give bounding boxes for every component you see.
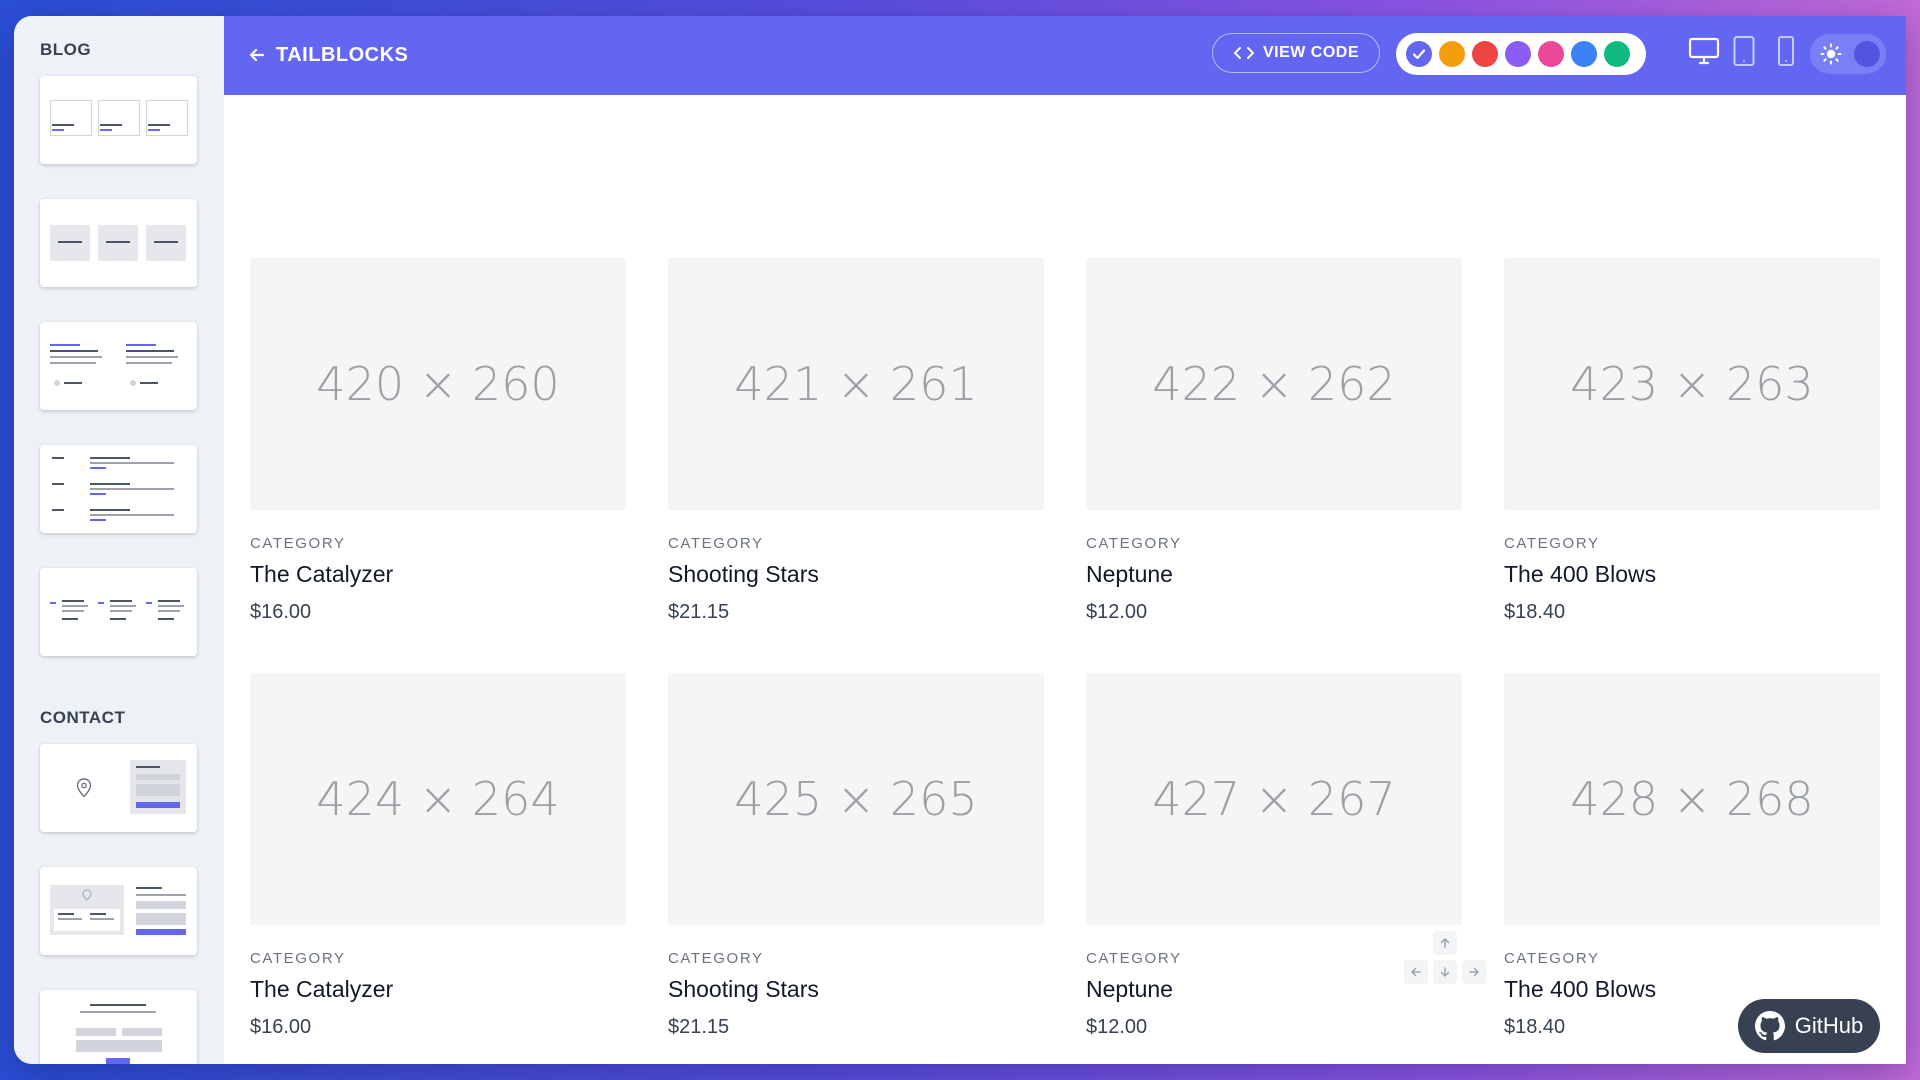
product-image: 427 × 267 [1086, 673, 1462, 925]
tablet-icon[interactable] [1732, 35, 1756, 67]
product-card[interactable]: 424 × 264 CATEGORY The Catalyzer $16.00 [250, 673, 626, 1039]
keyboard-nav-arrows [1402, 931, 1488, 987]
code-icon [1233, 47, 1254, 59]
desktop-icon[interactable] [1688, 36, 1720, 66]
color-picker [1396, 33, 1646, 75]
color-swatch-amber[interactable] [1439, 41, 1465, 67]
brand-title: TAILBLOCKS [276, 43, 409, 66]
color-swatch-indigo[interactable] [1406, 41, 1432, 67]
product-category: CATEGORY [1086, 535, 1182, 552]
product-category: CATEGORY [1504, 535, 1600, 552]
product-category: CATEGORY [250, 535, 346, 552]
check-icon [1412, 49, 1426, 60]
color-swatch-pink[interactable] [1538, 41, 1564, 67]
product-title: The 400 Blows [1504, 561, 1657, 587]
view-code-button[interactable]: VIEW CODE [1212, 33, 1380, 73]
github-icon [1754, 1011, 1785, 1041]
arrow-up-key[interactable] [1433, 931, 1457, 955]
sidebar-thumb-blog-1[interactable] [40, 76, 197, 164]
sidebar-section-contact: CONTACT [40, 708, 126, 727]
map-pin-icon [82, 889, 92, 901]
product-title: The Catalyzer [250, 976, 394, 1002]
product-price: $16.00 [250, 601, 312, 623]
product-category: CATEGORY [1504, 950, 1600, 967]
sidebar-thumb-blog-2[interactable] [40, 199, 197, 287]
product-card[interactable]: 425 × 265 CATEGORY Shooting Stars $21.15 [668, 673, 1044, 1039]
arrow-down-key[interactable] [1433, 960, 1457, 984]
sidebar-thumb-blog-4[interactable] [40, 445, 197, 533]
sidebar-thumb-contact-1[interactable] [40, 744, 197, 832]
app-window: BLOG CONTACT TAILBLOCKS VIEW CODE 420 × … [14, 16, 1906, 1064]
arrow-left-key[interactable] [1404, 960, 1428, 984]
product-card[interactable]: 420 × 260 CATEGORY The Catalyzer $16.00 [250, 258, 626, 624]
sidebar: BLOG CONTACT [14, 16, 224, 1064]
arrow-left-icon [249, 48, 265, 62]
product-image: 420 × 260 [250, 258, 626, 510]
main-content: 420 × 260 CATEGORY The Catalyzer $16.00 … [224, 95, 1906, 1064]
view-code-label: VIEW CODE [1262, 44, 1360, 61]
sun-icon [1820, 43, 1842, 65]
sidebar-thumb-contact-2[interactable] [40, 867, 197, 955]
top-bar: TAILBLOCKS VIEW CODE [224, 16, 1906, 95]
arrow-down-icon [1440, 967, 1450, 977]
arrow-right-key[interactable] [1462, 960, 1486, 984]
product-title: Shooting Stars [668, 976, 819, 1002]
map-pin-icon [76, 778, 92, 798]
github-button[interactable]: GitHub [1738, 999, 1880, 1053]
back-link[interactable]: TAILBLOCKS [248, 38, 408, 72]
arrow-right-icon [1469, 967, 1479, 977]
color-swatch-purple[interactable] [1505, 41, 1531, 67]
product-title: Neptune [1086, 561, 1173, 587]
arrow-up-icon [1440, 938, 1450, 948]
product-image: 422 × 262 [1086, 258, 1462, 510]
product-card[interactable]: 428 × 268 CATEGORY The 400 Blows $18.40 [1504, 673, 1880, 1039]
color-swatch-red[interactable] [1472, 41, 1498, 67]
product-price: $12.00 [1086, 1016, 1148, 1038]
color-swatch-green[interactable] [1604, 41, 1630, 67]
product-price: $18.40 [1504, 601, 1566, 623]
product-image: 424 × 264 [250, 673, 626, 925]
product-image: 425 × 265 [668, 673, 1044, 925]
product-title: The Catalyzer [250, 561, 394, 587]
sidebar-thumb-blog-5[interactable] [40, 568, 197, 656]
color-swatch-blue[interactable] [1571, 41, 1597, 67]
product-category: CATEGORY [668, 535, 764, 552]
github-label: GitHub [1794, 1013, 1864, 1038]
product-image: 423 × 263 [1504, 258, 1880, 510]
product-category: CATEGORY [668, 950, 764, 967]
phone-icon[interactable] [1776, 35, 1796, 67]
product-card[interactable]: 422 × 262 CATEGORY Neptune $12.00 [1086, 258, 1462, 624]
product-price: $16.00 [250, 1016, 312, 1038]
sidebar-thumb-contact-3[interactable] [40, 990, 197, 1064]
product-price: $12.00 [1086, 601, 1148, 623]
sidebar-thumb-blog-3[interactable] [40, 322, 197, 410]
product-category: CATEGORY [250, 950, 346, 967]
product-image: 428 × 268 [1504, 673, 1880, 925]
product-price: $21.15 [668, 1016, 730, 1038]
arrow-left-icon [1411, 967, 1421, 977]
product-card[interactable]: 421 × 261 CATEGORY Shooting Stars $21.15 [668, 258, 1044, 624]
product-price: $21.15 [668, 601, 730, 623]
theme-toggle-knob [1854, 41, 1880, 67]
product-card[interactable]: 423 × 263 CATEGORY The 400 Blows $18.40 [1504, 258, 1880, 624]
product-title: Shooting Stars [668, 561, 819, 587]
sidebar-section-blog: BLOG [40, 40, 92, 59]
theme-toggle[interactable] [1810, 34, 1886, 74]
product-image: 421 × 261 [668, 258, 1044, 510]
